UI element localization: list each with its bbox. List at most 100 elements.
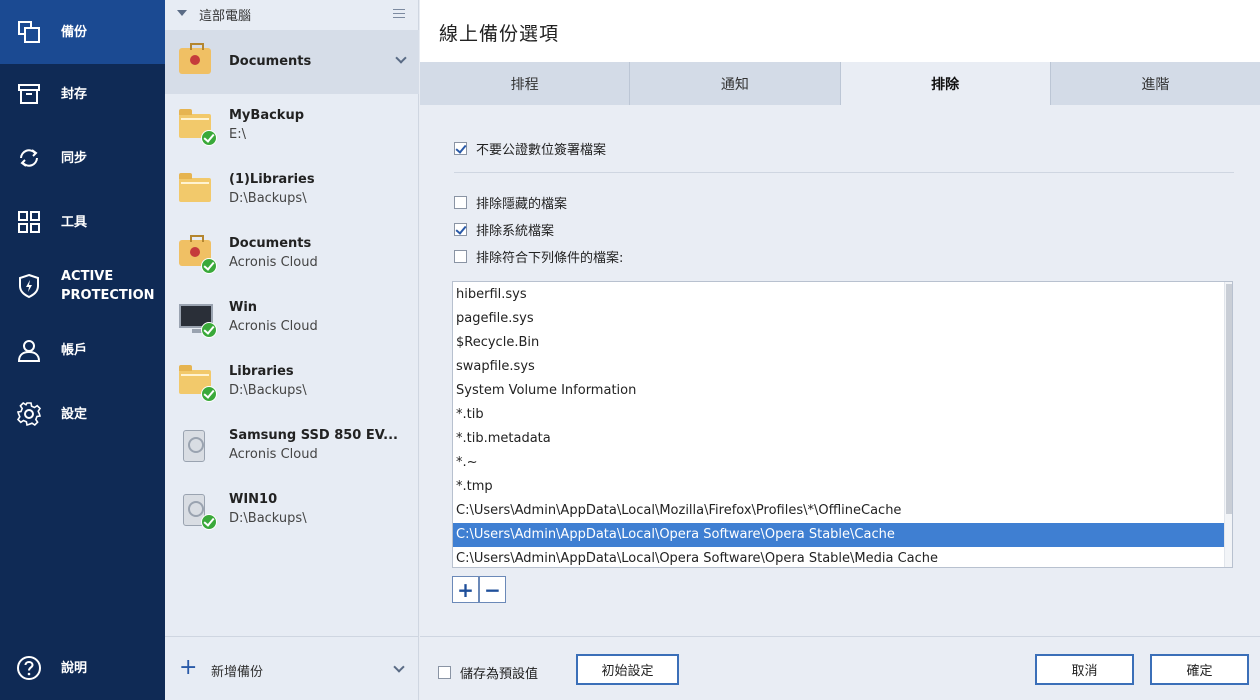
tab-advanced[interactable]: 進階 bbox=[1050, 62, 1260, 105]
backup-item-1-libraries[interactable]: (1)Libraries D:\Backups\ bbox=[165, 158, 419, 222]
exclude-criteria-option[interactable]: 排除符合下列條件的檔案: bbox=[454, 247, 623, 266]
list-item[interactable]: swapfile.sys bbox=[453, 355, 1225, 379]
list-item[interactable]: *.~ bbox=[453, 451, 1225, 475]
sync-icon bbox=[16, 145, 42, 171]
backup-item-libraries[interactable]: Libraries D:\Backups\ bbox=[165, 350, 419, 414]
exclusion-list[interactable]: hiberfil.sys pagefile.sys $Recycle.Bin s… bbox=[452, 281, 1233, 568]
backup-list-header: 這部電腦 bbox=[165, 0, 419, 28]
exclude-criteria-checkbox[interactable] bbox=[454, 250, 467, 263]
folder-icon bbox=[179, 364, 219, 402]
tab-exclusions[interactable]: 排除 bbox=[840, 62, 1051, 105]
add-exclusion-button[interactable]: + bbox=[452, 576, 479, 603]
exclude-hidden-checkbox[interactable] bbox=[454, 196, 467, 209]
save-default-option[interactable]: 儲存為預設值 bbox=[438, 663, 538, 682]
nav-item-archive[interactable]: 封存 bbox=[0, 62, 165, 126]
status-ok-icon bbox=[201, 130, 217, 146]
nav-item-sync[interactable]: 同步 bbox=[0, 126, 165, 190]
exclude-hidden-option[interactable]: 排除隱藏的檔案 bbox=[454, 193, 567, 212]
checkbox-label: 排除符合下列條件的檔案: bbox=[476, 251, 624, 266]
backup-location: Acronis Cloud bbox=[229, 255, 318, 270]
tools-icon bbox=[16, 209, 42, 235]
exclude-system-option[interactable]: 排除系統檔案 bbox=[454, 220, 554, 239]
backup-item-documents-cloud[interactable]: Documents Acronis Cloud bbox=[165, 222, 419, 286]
nav-label: ACTIVE PROTECTION bbox=[61, 269, 155, 303]
nav-item-backup[interactable]: 備份 bbox=[0, 0, 165, 64]
nav-label: 備份 bbox=[61, 24, 88, 40]
caret-down-icon[interactable] bbox=[177, 10, 187, 16]
divider bbox=[454, 172, 1234, 173]
exclude-system-checkbox[interactable] bbox=[454, 223, 467, 236]
backup-name: Samsung SSD 850 EV... bbox=[229, 428, 398, 443]
nav-label: 帳戶 bbox=[61, 342, 88, 358]
backup-location: D:\Backups\ bbox=[229, 191, 307, 206]
list-item[interactable]: pagefile.sys bbox=[453, 307, 1225, 331]
no-sign-checkbox[interactable] bbox=[454, 142, 467, 155]
scrollbar-thumb[interactable] bbox=[1226, 284, 1232, 514]
backup-item-win[interactable]: Win Acronis Cloud bbox=[165, 286, 419, 350]
backup-item-mybackup[interactable]: MyBackup E:\ bbox=[165, 94, 419, 158]
list-item[interactable]: C:\Users\Admin\AppData\Local\Mozilla\Fir… bbox=[453, 499, 1225, 523]
list-item-selected[interactable]: C:\Users\Admin\AppData\Local\Opera Softw… bbox=[453, 523, 1225, 547]
vertical-scrollbar[interactable] bbox=[1224, 282, 1232, 567]
backup-location: D:\Backups\ bbox=[229, 383, 307, 398]
monitor-icon bbox=[179, 300, 219, 338]
backup-name: Libraries bbox=[229, 364, 294, 379]
backup-name: Win bbox=[229, 300, 258, 315]
tab-notifications[interactable]: 通知 bbox=[630, 62, 841, 105]
briefcase-icon bbox=[179, 235, 219, 274]
panel-header: 線上備份選項 bbox=[420, 0, 1260, 62]
checkbox-label: 儲存為預設值 bbox=[460, 667, 539, 682]
list-header-title: 這部電腦 bbox=[199, 9, 252, 24]
backup-item-win10[interactable]: WIN10 D:\Backups\ bbox=[165, 478, 419, 542]
nav-item-active-protection[interactable]: ACTIVE PROTECTION bbox=[0, 254, 165, 318]
backup-location: D:\Backups\ bbox=[229, 511, 307, 526]
list-item[interactable]: *.tib.metadata bbox=[453, 427, 1225, 451]
backup-name: MyBackup bbox=[229, 108, 305, 123]
nav-item-tools[interactable]: 工具 bbox=[0, 190, 165, 254]
nav-label: 同步 bbox=[61, 150, 88, 166]
list-item[interactable]: *.tib bbox=[453, 403, 1225, 427]
nav-item-help[interactable]: 說明 bbox=[0, 636, 165, 700]
list-item[interactable]: C:\Users\Admin\AppData\Local\Opera Softw… bbox=[453, 547, 1225, 567]
menu-icon[interactable] bbox=[393, 9, 405, 18]
backup-name: Documents bbox=[229, 236, 312, 251]
reset-button[interactable]: 初始設定 bbox=[576, 654, 679, 685]
plus-icon: + bbox=[179, 655, 198, 680]
folder-icon bbox=[179, 172, 219, 208]
backup-item-samsung-ssd[interactable]: Samsung SSD 850 EV... Acronis Cloud bbox=[165, 414, 419, 478]
save-default-checkbox[interactable] bbox=[438, 666, 451, 679]
nav-item-settings[interactable]: 設定 bbox=[0, 382, 165, 446]
ok-button[interactable]: 確定 bbox=[1150, 654, 1249, 685]
checkbox-label: 不要公證數位簽署檔案 bbox=[476, 143, 607, 158]
add-backup-button[interactable]: + 新增備份 bbox=[165, 636, 419, 700]
remove-exclusion-button[interactable]: − bbox=[479, 576, 506, 603]
account-icon bbox=[16, 337, 42, 363]
list-item[interactable]: hiberfil.sys bbox=[453, 283, 1225, 307]
backup-location: E:\ bbox=[229, 127, 246, 142]
page-title: 線上備份選項 bbox=[439, 23, 560, 45]
settings-icon bbox=[16, 401, 42, 427]
main-nav: 備份 封存 同步 工具 ACTIVE PROTECTION 帳戶 設定 說明 bbox=[0, 0, 165, 700]
list-item[interactable]: System Volume Information bbox=[453, 379, 1225, 403]
list-item[interactable]: $Recycle.Bin bbox=[453, 331, 1225, 355]
briefcase-icon bbox=[179, 43, 219, 80]
folder-icon bbox=[179, 108, 219, 146]
options-panel: 線上備份選項 排程 通知 排除 進階 不要公證數位簽署檔案 排除隱藏的檔案 排除… bbox=[420, 0, 1260, 700]
backup-item-documents[interactable]: Documents bbox=[165, 30, 419, 94]
cancel-button[interactable]: 取消 bbox=[1035, 654, 1134, 685]
backup-name: WIN10 bbox=[229, 492, 278, 507]
nav-item-account[interactable]: 帳戶 bbox=[0, 318, 165, 382]
chevron-down-icon[interactable] bbox=[393, 661, 405, 673]
status-ok-icon bbox=[201, 386, 217, 402]
drive-icon bbox=[179, 492, 219, 530]
tab-schedule[interactable]: 排程 bbox=[420, 62, 631, 105]
list-item[interactable]: *.tmp bbox=[453, 475, 1225, 499]
shield-icon bbox=[16, 273, 42, 299]
nav-label: 封存 bbox=[61, 86, 88, 102]
checkbox-label: 排除系統檔案 bbox=[476, 224, 555, 239]
status-ok-icon bbox=[201, 258, 217, 274]
tab-bar: 排程 通知 排除 進階 bbox=[420, 62, 1260, 105]
chevron-down-icon[interactable] bbox=[395, 52, 407, 64]
no-sign-option[interactable]: 不要公證數位簽署檔案 bbox=[454, 139, 606, 158]
checkbox-label: 排除隱藏的檔案 bbox=[476, 197, 568, 212]
